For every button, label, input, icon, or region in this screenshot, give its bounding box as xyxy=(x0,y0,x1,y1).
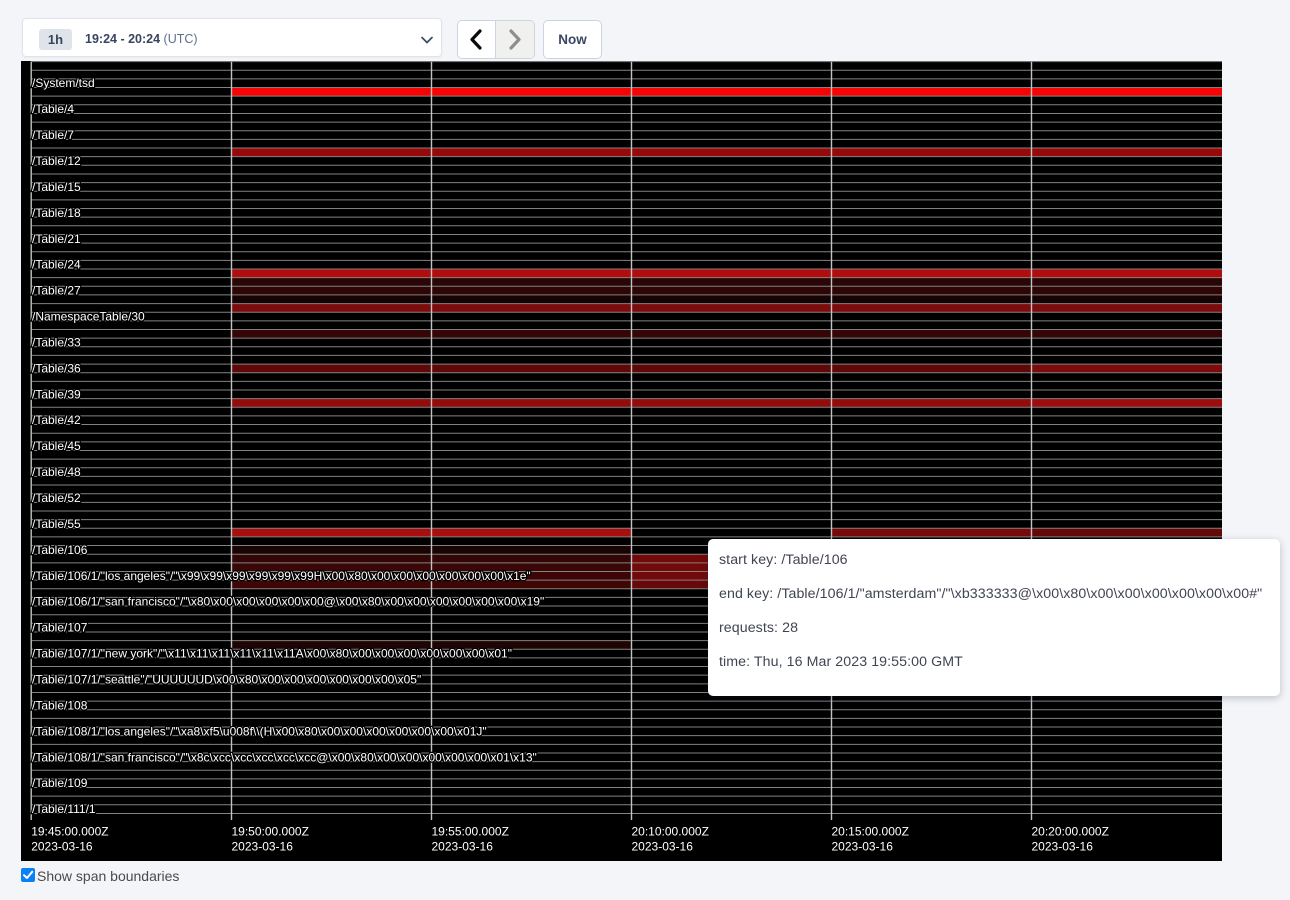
svg-text:/Table/108/1/"san francisco"/": /Table/108/1/"san francisco"/"\x8c\xcc\x… xyxy=(32,750,537,764)
svg-text:/Table/24: /Table/24 xyxy=(32,258,81,272)
svg-text:2023-03-16: 2023-03-16 xyxy=(632,840,694,854)
svg-text:2023-03-16: 2023-03-16 xyxy=(432,840,494,854)
svg-text:20:10:00.000Z: 20:10:00.000Z xyxy=(632,825,709,839)
svg-text:/Table/45: /Table/45 xyxy=(32,439,81,453)
svg-text:/Table/33: /Table/33 xyxy=(32,335,81,349)
svg-text:/Table/7: /Table/7 xyxy=(32,128,74,142)
svg-text:/System/tsd: /System/tsd xyxy=(32,76,95,90)
svg-text:/Table/4: /Table/4 xyxy=(32,102,74,116)
svg-text:2023-03-16: 2023-03-16 xyxy=(832,840,894,854)
svg-text:2023-03-16: 2023-03-16 xyxy=(232,840,294,854)
svg-text:/Table/18: /Table/18 xyxy=(32,206,81,220)
svg-text:2023-03-16: 2023-03-16 xyxy=(31,840,93,854)
svg-text:/Table/109: /Table/109 xyxy=(32,776,88,790)
svg-text:20:20:00.000Z: 20:20:00.000Z xyxy=(1032,825,1109,839)
svg-text:/Table/106/1/"san francisco"/": /Table/106/1/"san francisco"/"\x80\x00\x… xyxy=(32,595,544,609)
svg-text:/Table/55: /Table/55 xyxy=(32,517,81,531)
svg-text:/Table/42: /Table/42 xyxy=(32,413,81,427)
svg-text:/Table/111/1: /Table/111/1 xyxy=(32,802,96,816)
svg-text:/NamespaceTable/30: /NamespaceTable/30 xyxy=(32,310,145,324)
svg-text:19:45:00.000Z: 19:45:00.000Z xyxy=(31,825,108,839)
svg-text:/Table/108/1/"los angeles"/"\x: /Table/108/1/"los angeles"/"\xa8\xf5\u00… xyxy=(32,724,487,738)
svg-text:/Table/107: /Table/107 xyxy=(32,621,88,635)
svg-text:/Table/52: /Table/52 xyxy=(32,491,81,505)
svg-text:20:15:00.000Z: 20:15:00.000Z xyxy=(832,825,909,839)
svg-text:19:55:00.000Z: 19:55:00.000Z xyxy=(432,825,509,839)
svg-text:/Table/106/1/"los angeles"/"\x: /Table/106/1/"los angeles"/"\x99\x99\x99… xyxy=(32,569,531,583)
svg-text:/Table/21: /Table/21 xyxy=(32,232,81,246)
svg-text:/Table/107/1/"new york"/"\x11\: /Table/107/1/"new york"/"\x11\x11\x11\x1… xyxy=(32,647,512,661)
svg-text:/Table/39: /Table/39 xyxy=(32,387,81,401)
svg-text:/Table/12: /Table/12 xyxy=(32,154,81,168)
svg-text:19:50:00.000Z: 19:50:00.000Z xyxy=(232,825,309,839)
svg-text:2023-03-16: 2023-03-16 xyxy=(1032,840,1094,854)
svg-text:/Table/48: /Table/48 xyxy=(32,465,81,479)
svg-text:/Table/106: /Table/106 xyxy=(32,543,88,557)
svg-text:/Table/108: /Table/108 xyxy=(32,698,88,712)
svg-text:/Table/27: /Table/27 xyxy=(32,284,81,298)
svg-text:/Table/36: /Table/36 xyxy=(32,361,81,375)
svg-text:/Table/107/1/"seattle"/"UUUUUU: /Table/107/1/"seattle"/"UUUUUUD\x00\x80\… xyxy=(32,673,421,687)
svg-text:/Table/15: /Table/15 xyxy=(32,180,81,194)
